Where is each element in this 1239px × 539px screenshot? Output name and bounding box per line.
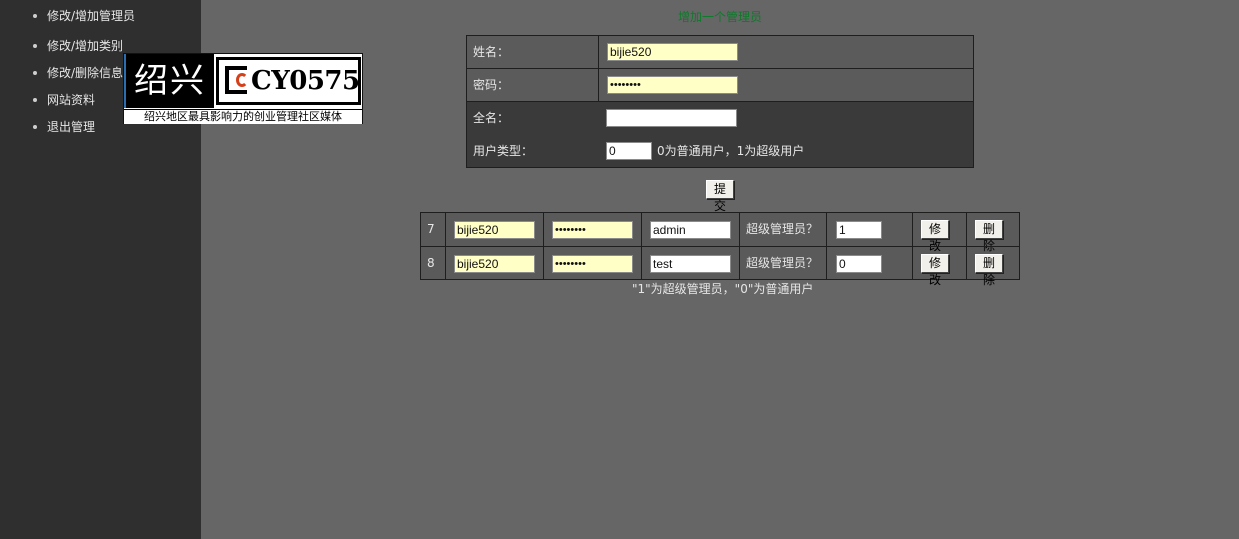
row-fullname-input[interactable]: admin (650, 221, 731, 239)
bullet-icon (33, 124, 37, 129)
row-super-input[interactable]: 1 (836, 221, 882, 239)
bullet-icon (33, 13, 37, 18)
super-value-cell: 1 (827, 213, 913, 246)
super-admin-label: 超级管理员？ (746, 222, 819, 236)
logo-mark-icon (225, 66, 248, 94)
admin-id: 8 (427, 256, 435, 270)
password-cell: •••••••• (544, 247, 642, 280)
password-cell: •••••••• (544, 213, 642, 246)
delete-button[interactable]: 删除 (975, 220, 1003, 253)
form-row-fullname: 全名： (467, 102, 973, 135)
id-cell: 8 (421, 247, 446, 280)
row-password-input[interactable]: •••••••• (552, 221, 633, 239)
sidebar-item-edit-admin[interactable]: 修改/增加管理员 (33, 8, 135, 24)
sidebar-item-label[interactable]: 修改/增加管理员 (47, 9, 135, 23)
row-super-input[interactable]: 0 (836, 255, 882, 273)
edit-button[interactable]: 修改 (921, 254, 949, 287)
name-label: 姓名： (473, 45, 510, 59)
sidebar-item-edit-info[interactable]: 修改/删除信息 (33, 65, 123, 81)
row-password-input[interactable]: •••••••• (552, 255, 633, 273)
sidebar-item-site-info[interactable]: 网站资料 (33, 92, 95, 108)
fullname-cell: test (642, 247, 740, 280)
super-admin-label: 超级管理员？ (746, 256, 819, 270)
fullname-label: 全名： (473, 111, 510, 125)
row-fullname-input[interactable]: test (650, 255, 731, 273)
sidebar-item-label[interactable]: 修改/增加类别 (47, 39, 123, 53)
edit-cell: 修改 (913, 213, 967, 253)
form-row-password: 密码： •••••••• (467, 69, 973, 102)
sidebar-item-edit-category[interactable]: 修改/增加类别 (33, 38, 123, 54)
edit-cell: 修改 (913, 247, 967, 287)
super-label-cell: 超级管理员？ (740, 247, 827, 280)
name-cell: bijie520 (446, 247, 544, 280)
sidebar-item-logout[interactable]: 退出管理 (33, 119, 95, 135)
row-name-input[interactable]: bijie520 (454, 255, 535, 273)
super-value-cell: 0 (827, 247, 913, 280)
fullname-input[interactable] (606, 109, 737, 127)
delete-cell: 删除 (967, 247, 1019, 287)
bullet-icon (33, 43, 37, 48)
form-row-name: 姓名： bijie520 (467, 36, 973, 69)
row-name-input[interactable]: bijie520 (454, 221, 535, 239)
password-label: 密码： (473, 78, 510, 92)
add-admin-form: 姓名： bijie520 密码： •••••••• 全名： 用户类型： 0 0为… (466, 35, 974, 168)
page-title: 增加一个管理员 (678, 10, 763, 24)
password-input[interactable]: •••••••• (607, 76, 738, 94)
admin-list-table: 7 bijie520 •••••••• admin 超级管理员？ 1 修改 删除… (420, 212, 1020, 287)
site-logo[interactable]: 绍兴 CY0575 绍兴地区最具影响力的创业管理社区媒体 (123, 53, 363, 124)
bullet-icon (33, 97, 37, 102)
name-input[interactable]: bijie520 (607, 43, 738, 61)
logo-brand-box: CY0575 (216, 57, 361, 105)
delete-cell: 删除 (967, 213, 1019, 253)
usertype-input[interactable]: 0 (606, 142, 652, 160)
id-cell: 7 (421, 213, 446, 246)
admin-id: 7 (427, 222, 435, 236)
form-row-usertype: 用户类型： 0 0为普通用户，1为超级用户 (467, 135, 973, 168)
usertype-label: 用户类型： (473, 144, 534, 158)
edit-button[interactable]: 修改 (921, 220, 949, 253)
name-cell: bijie520 (446, 213, 544, 246)
super-label-cell: 超级管理员？ (740, 213, 827, 246)
fullname-cell: admin (642, 213, 740, 246)
super-admin-note: "1"为超级管理员，"0"为普通用户 (632, 282, 814, 296)
bullet-icon (33, 70, 37, 75)
sidebar-item-label[interactable]: 网站资料 (47, 93, 95, 107)
logo-city-text: 绍兴 (124, 54, 214, 108)
sidebar-item-label[interactable]: 修改/删除信息 (47, 66, 123, 80)
table-row: 8 bijie520 •••••••• test 超级管理员？ 0 修改 删除 (421, 246, 1019, 287)
table-row: 7 bijie520 •••••••• admin 超级管理员？ 1 修改 删除 (421, 213, 1019, 253)
logo-slogan: 绍兴地区最具影响力的创业管理社区媒体 (124, 109, 362, 124)
sidebar-item-label[interactable]: 退出管理 (47, 120, 95, 134)
logo-brand-text: CY0575 (251, 66, 360, 96)
delete-button[interactable]: 删除 (975, 254, 1003, 287)
usertype-hint: 0为普通用户，1为超级用户 (657, 144, 805, 158)
submit-button[interactable]: 提交 (706, 180, 734, 213)
